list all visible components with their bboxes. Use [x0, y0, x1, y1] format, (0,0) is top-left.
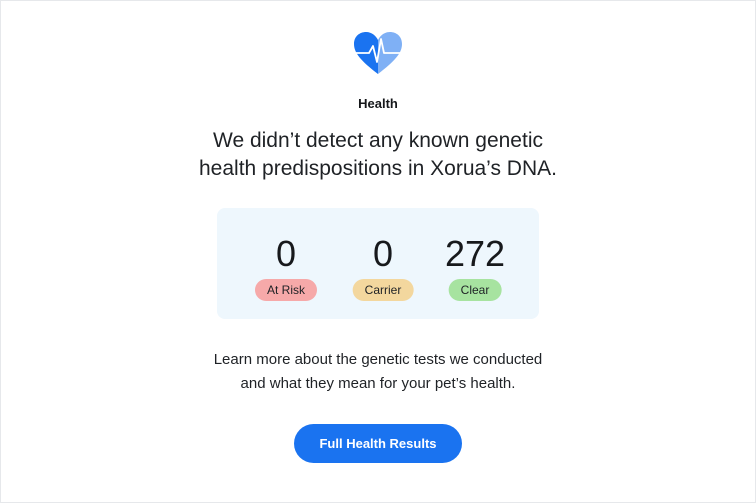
- stat-clear-value: 272: [444, 233, 506, 274]
- stat-clear-badge: Clear: [448, 279, 502, 301]
- description-line-2: and what they mean for your pet’s health…: [240, 375, 516, 392]
- full-health-results-button[interactable]: Full Health Results: [294, 424, 462, 463]
- headline-line-2: health predispositions in Xorua’s DNA.: [199, 157, 557, 180]
- section-title: Health: [358, 96, 398, 111]
- headline: We didn’t detect any known genetic healt…: [0, 127, 756, 183]
- stat-carrier-value: 0: [372, 233, 394, 274]
- description-line-1: Learn more about the genetic tests we co…: [213, 351, 543, 368]
- stat-clear: 272 Clear: [430, 208, 520, 319]
- heart-pulse-icon: [353, 31, 403, 77]
- headline-line-1: We didn’t detect any known genetic: [213, 129, 543, 152]
- stat-at-risk: 0 At Risk: [241, 208, 331, 319]
- stat-carrier: 0 Carrier: [338, 208, 428, 319]
- stat-at-risk-badge: At Risk: [254, 279, 318, 301]
- description: Learn more about the genetic tests we co…: [0, 348, 756, 396]
- stat-carrier-badge: Carrier: [352, 279, 414, 301]
- stat-at-risk-value: 0: [275, 233, 297, 274]
- stats-card: 0 At Risk 0 Carrier 272 Clear: [217, 208, 539, 319]
